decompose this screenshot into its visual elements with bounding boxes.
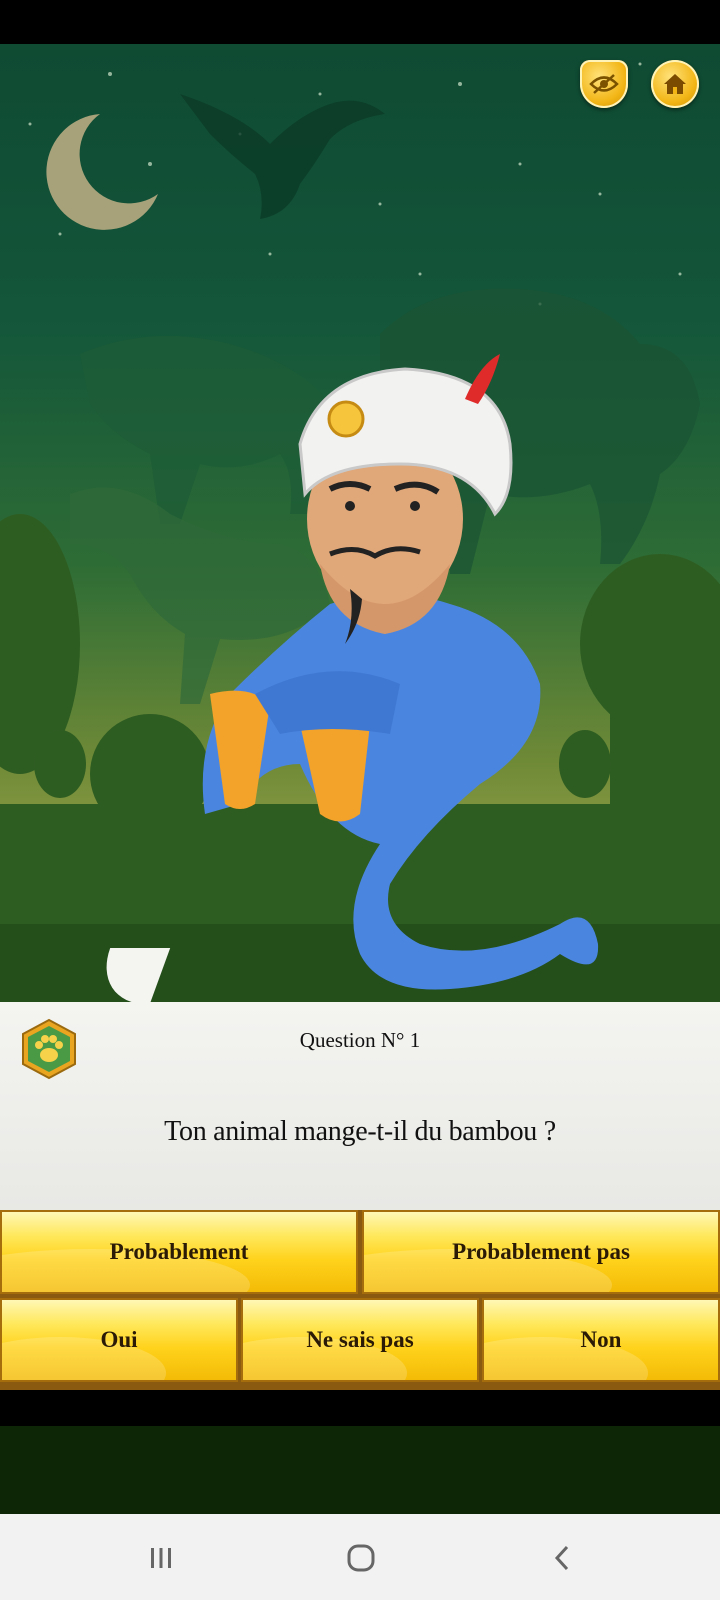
home-button[interactable] — [651, 60, 699, 108]
eye-slash-icon — [589, 74, 619, 94]
answer-label: Non — [580, 1327, 622, 1352]
answer-label: Probablement pas — [452, 1239, 630, 1264]
answer-label: Oui — [100, 1327, 138, 1352]
back-chevron-icon — [554, 1545, 569, 1571]
answer-probably-not-button[interactable]: Probablement pas — [362, 1210, 720, 1294]
answer-dont-know-button[interactable]: Ne sais pas — [241, 1298, 479, 1382]
home-circle-icon — [347, 1544, 375, 1572]
ad-banner-area — [0, 1426, 720, 1514]
answer-grid: Probablement Probablement pas Oui Ne sai… — [0, 1210, 720, 1390]
answer-label: Ne sais pas — [306, 1327, 414, 1352]
answer-yes-button[interactable]: Oui — [0, 1298, 238, 1382]
back-button[interactable] — [542, 1538, 582, 1578]
game-scene — [0, 44, 720, 1002]
answer-probably-button[interactable]: Probablement — [0, 1210, 358, 1294]
privacy-shield-button[interactable] — [580, 60, 628, 108]
status-bar — [0, 0, 720, 44]
answer-no-button[interactable]: Non — [482, 1298, 720, 1382]
separator-band — [0, 1390, 720, 1426]
system-navigation-bar — [0, 1514, 720, 1600]
question-number: Question N° 1 — [299, 1028, 421, 1052]
question-text: Ton animal mange-t-il du bambou ? — [164, 1116, 556, 1147]
answer-label: Probablement — [109, 1239, 249, 1264]
scene-illustration — [0, 62, 720, 1002]
home-icon — [664, 74, 686, 94]
recent-apps-button[interactable] — [141, 1538, 181, 1578]
home-nav-button[interactable] — [341, 1538, 381, 1578]
recent-apps-icon — [151, 1548, 171, 1568]
